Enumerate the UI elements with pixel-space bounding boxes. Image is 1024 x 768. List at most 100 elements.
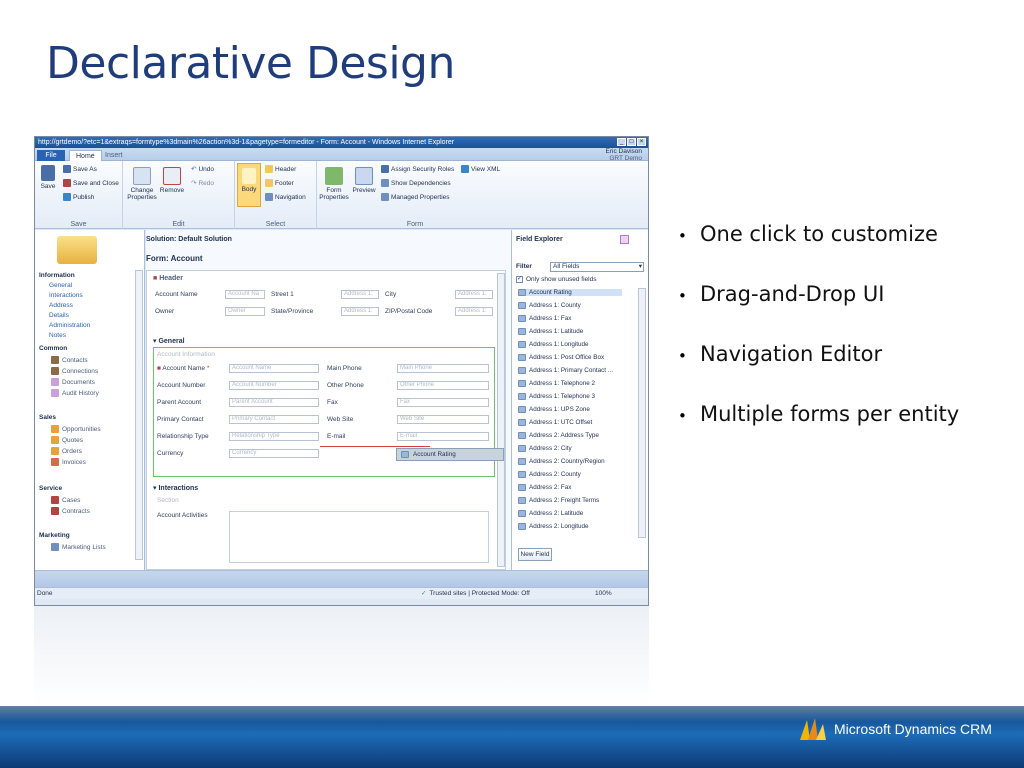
minimize-button[interactable]: _ — [617, 138, 626, 146]
field-item[interactable]: Address 2: Freight Terms — [518, 497, 599, 504]
save-button[interactable]: Save — [37, 165, 59, 190]
field-input[interactable]: Web Site — [397, 415, 489, 424]
field-input[interactable]: Main Phone — [397, 364, 489, 373]
field-item[interactable]: Address 2: Latitude — [518, 510, 583, 517]
nav-item-audit-history[interactable]: Audit History — [51, 389, 99, 397]
nav-item-cases[interactable]: Cases — [51, 496, 80, 504]
nav-section-information[interactable]: Information — [39, 272, 75, 279]
header-field-input[interactable]: Address 1: — [341, 290, 379, 299]
publish-button[interactable]: Publish — [63, 193, 94, 201]
field-item[interactable]: Address 1: UPS Zone — [518, 406, 590, 413]
zoom-level[interactable]: 100% — [595, 588, 612, 600]
nav-item-contracts[interactable]: Contracts — [51, 507, 90, 515]
nav-item-connections[interactable]: Connections — [51, 367, 98, 375]
field-item[interactable]: Address 1: County — [518, 302, 581, 309]
view-xml-button[interactable]: View XML — [461, 165, 500, 173]
field-item[interactable]: Address 1: UTC Offset — [518, 419, 592, 426]
field-item[interactable]: Address 1: Fax — [518, 315, 571, 322]
field-item[interactable]: Address 2: City — [518, 445, 572, 452]
field-explorer-scrollbar[interactable] — [638, 288, 646, 538]
form-scrollbar[interactable] — [497, 273, 505, 567]
nav-item-general[interactable]: General — [49, 282, 72, 289]
managed-properties-button[interactable]: Managed Properties — [381, 193, 450, 201]
field-item[interactable]: Address 1: Latitude — [518, 328, 583, 335]
general-tab[interactable]: ▾ General — [153, 337, 185, 345]
redo-button[interactable]: ↷ Redo — [191, 179, 214, 188]
horizontal-scrollbar[interactable] — [35, 570, 648, 587]
field-input[interactable]: Relationship Type — [229, 432, 319, 441]
unused-fields-checkbox[interactable]: ✓ Only show unused fields — [516, 276, 596, 283]
xml-icon — [461, 165, 469, 173]
field-item[interactable]: Address 1: Post Office Box — [518, 354, 604, 361]
user-name[interactable]: Eric Davison — [606, 148, 642, 155]
footer-button[interactable]: Footer — [265, 179, 294, 187]
header-section[interactable]: ■ Header — [153, 275, 183, 282]
save-close-button[interactable]: Save and Close — [63, 179, 119, 187]
field-input[interactable]: Account Number — [229, 381, 319, 390]
nav-item-orders[interactable]: Orders — [51, 447, 82, 455]
form-properties-button[interactable]: Form Properties — [319, 167, 349, 201]
nav-section-marketing[interactable]: Marketing — [39, 532, 70, 539]
assign-security-roles-button[interactable]: Assign Security Roles — [381, 165, 454, 173]
navigation-button[interactable]: Navigation — [265, 193, 306, 201]
filter-select[interactable]: All Fields ▾ — [550, 262, 644, 272]
field-item[interactable]: Address 1: Telephone 3 — [518, 393, 595, 400]
field-item[interactable]: Address 2: Country/Region — [518, 458, 605, 465]
header-field-input[interactable]: Address 1: — [455, 290, 493, 299]
body-button[interactable]: Body — [237, 163, 261, 207]
header-field-input[interactable]: Address 1: — [341, 307, 379, 316]
interactions-tab[interactable]: ▾ Interactions — [153, 484, 198, 492]
field-item[interactable]: Address 2: Fax — [518, 484, 571, 491]
nav-section-sales[interactable]: Sales — [39, 414, 56, 421]
nav-item-address[interactable]: Address — [49, 302, 73, 309]
save-close-icon — [63, 179, 71, 187]
field-icon — [518, 484, 526, 491]
change-properties-button[interactable]: Change Properties — [127, 167, 157, 201]
header-button[interactable]: Header — [265, 165, 296, 173]
field-item[interactable]: Account Rating — [518, 289, 622, 296]
nav-item-contacts[interactable]: Contacts — [51, 356, 88, 364]
remove-button[interactable]: Remove — [157, 167, 187, 194]
save-as-button[interactable]: Save As — [63, 165, 97, 173]
field-item[interactable]: Address 2: Longitude — [518, 523, 589, 530]
field-item[interactable]: Address 1: Telephone 2 — [518, 380, 595, 387]
field-item[interactable]: Address 1: Primary Contact ... — [518, 367, 613, 374]
nav-section-common[interactable]: Common — [39, 345, 67, 352]
nav-item-details[interactable]: Details — [49, 312, 69, 319]
tab-home[interactable]: Home — [69, 150, 102, 161]
nav-item-invoices[interactable]: Invoices — [51, 458, 86, 466]
field-item[interactable]: Address 2: County — [518, 471, 581, 478]
undo-button[interactable]: ↶ Undo — [191, 165, 214, 174]
nav-item-administration[interactable]: Administration — [49, 322, 90, 329]
nav-item-notes[interactable]: Notes — [49, 332, 66, 339]
show-dependencies-button[interactable]: Show Dependencies — [381, 179, 451, 187]
field-item[interactable]: Address 2: Address Type — [518, 432, 599, 439]
field-input[interactable]: Currency — [229, 449, 319, 458]
header-field-input[interactable]: Owner — [225, 307, 265, 316]
nav-section-service[interactable]: Service — [39, 485, 62, 492]
header-field-input[interactable]: Address 1: — [455, 307, 493, 316]
field-input[interactable]: E-mail — [397, 432, 489, 441]
field-item[interactable]: Address 1: Longitude — [518, 341, 589, 348]
account-activities-subgrid[interactable] — [229, 511, 489, 563]
field-input[interactable]: Other Phone — [397, 381, 489, 390]
header-field-input[interactable]: Account Na — [225, 290, 265, 299]
close-button[interactable]: × — [637, 138, 646, 146]
nav-item-opportunities[interactable]: Opportunities — [51, 425, 101, 433]
tab-insert[interactable]: Insert — [99, 150, 129, 161]
nav-item-marketing-lists[interactable]: Marketing Lists — [51, 543, 106, 551]
field-input[interactable]: Account Name — [229, 364, 319, 373]
nav-item-interactions[interactable]: Interactions — [49, 292, 83, 299]
nav-item-documents[interactable]: Documents — [51, 378, 95, 386]
field-input[interactable]: Parent Account — [229, 398, 319, 407]
maximize-button[interactable]: □ — [627, 138, 636, 146]
field-input[interactable]: Primary Contact — [229, 415, 319, 424]
dragged-field[interactable]: Account Rating — [396, 448, 504, 461]
nav-item-quotes[interactable]: Quotes — [51, 436, 83, 444]
preview-button[interactable]: Preview — [349, 167, 379, 194]
nav-scrollbar[interactable] — [135, 270, 143, 560]
tab-file[interactable]: File — [37, 150, 65, 161]
new-field-button[interactable]: New Field — [518, 548, 552, 561]
window-reflection — [34, 606, 649, 706]
field-input[interactable]: Fax — [397, 398, 489, 407]
